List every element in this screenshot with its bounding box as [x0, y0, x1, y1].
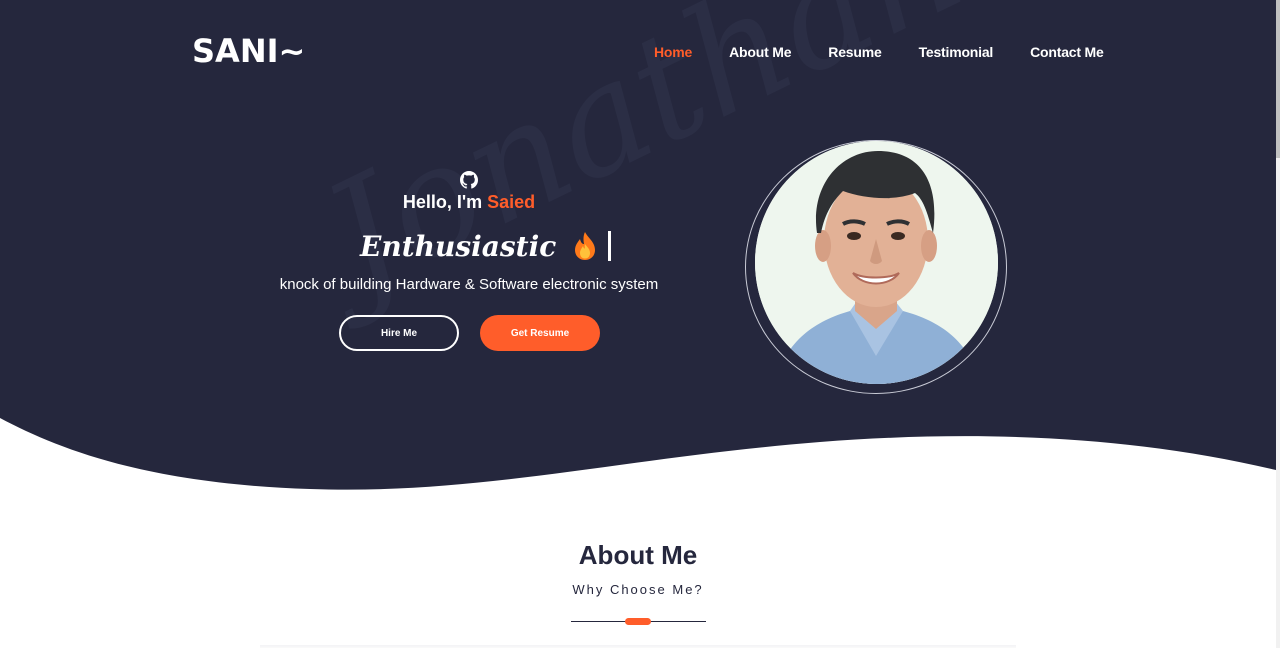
- about-subtitle: Why Choose Me?: [572, 582, 704, 597]
- nav-item-testimonial[interactable]: Testimonial: [919, 44, 994, 60]
- section-divider-accent: [625, 618, 651, 625]
- nav-item-home[interactable]: Home: [654, 44, 692, 60]
- page-scrollbar[interactable]: [1276, 0, 1280, 648]
- typed-text: Enthusiastic: [360, 226, 612, 266]
- typed-word: Enthusiastic: [360, 229, 557, 263]
- get-resume-button[interactable]: Get Resume: [480, 315, 600, 351]
- nav-item-contact-me[interactable]: Contact Me: [1030, 44, 1104, 60]
- hero-section: Jonathan Do: [0, 0, 1276, 500]
- main-nav: Home About Me Resume Testimonial Contact…: [654, 44, 1104, 60]
- greeting-name: Saied: [487, 192, 536, 212]
- profile-photo: [755, 141, 998, 384]
- github-icon[interactable]: [460, 171, 478, 189]
- nav-item-about-me[interactable]: About Me: [729, 44, 791, 60]
- nav-item-resume[interactable]: Resume: [828, 44, 881, 60]
- site-logo[interactable]: SANI~: [192, 32, 305, 70]
- scrollbar-thumb[interactable]: [1276, 0, 1280, 158]
- typing-caret: [608, 231, 612, 261]
- hire-me-button[interactable]: Hire Me: [339, 315, 459, 351]
- flame-icon: [575, 232, 596, 260]
- greeting-prefix: Hello, I'm: [402, 192, 488, 212]
- hero-background: [0, 0, 1276, 490]
- about-title: About Me: [578, 540, 698, 570]
